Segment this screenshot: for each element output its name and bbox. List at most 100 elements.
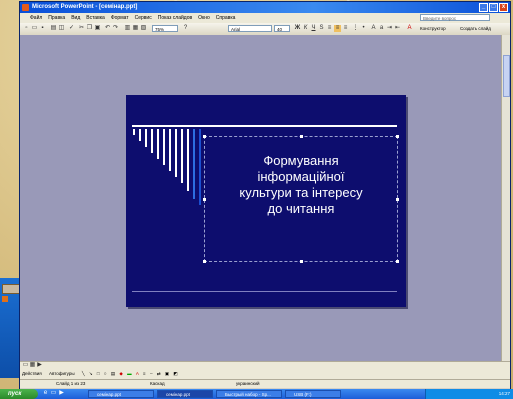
menu-tools[interactable]: Сервис <box>135 13 152 23</box>
slide-title[interactable]: Формування інформаційної культури та інт… <box>208 153 394 217</box>
resize-handle[interactable] <box>203 198 206 201</box>
3d-style-icon[interactable]: ◩ <box>173 371 177 376</box>
open-folder-icon[interactable]: ▭ <box>31 25 38 32</box>
taskbar-item[interactable]: Быстрый набор - Sp... <box>216 390 282 398</box>
resize-handle[interactable] <box>396 260 399 263</box>
chart-icon[interactable]: ▥ <box>124 25 131 32</box>
autoshapes-menu[interactable]: Автофигуры <box>49 371 75 376</box>
preview-icon[interactable]: ◫ <box>58 25 65 32</box>
minimize-button[interactable]: _ <box>479 3 488 12</box>
bold-icon[interactable]: Ж <box>294 25 301 32</box>
resize-handle[interactable] <box>203 135 206 138</box>
text-color-icon[interactable]: A <box>136 371 139 376</box>
powerpoint-app-icon[interactable] <box>22 4 29 11</box>
taskbar-item[interactable]: USB (F:) <box>285 390 341 398</box>
save-icon[interactable]: ▪ <box>39 25 46 32</box>
sorter-view-icon[interactable]: ▦ <box>29 362 36 369</box>
mini-app-icon[interactable] <box>2 296 8 302</box>
windows-taskbar: пуск e ▭ ▶ семінар.ppt семінар.ppt Быстр… <box>0 389 513 399</box>
close-button[interactable]: x <box>499 3 508 12</box>
new-slide-button[interactable]: Создать слайд <box>460 25 491 33</box>
vertical-scrollbar[interactable] <box>501 35 510 361</box>
columns-icon[interactable]: ▧ <box>140 25 147 32</box>
menu-help[interactable]: Справка <box>216 13 236 23</box>
language-indicator: украинский <box>236 381 260 386</box>
increase-font-icon[interactable]: A <box>370 25 377 32</box>
font-size-select[interactable]: 40 <box>274 25 290 32</box>
arrow-style-icon[interactable]: ⇄ <box>157 371 161 376</box>
decrease-font-icon[interactable]: a <box>378 25 385 32</box>
menu-window[interactable]: Окно <box>198 13 210 23</box>
desktop-left-strip <box>0 278 21 378</box>
arrow-tool-icon[interactable]: ↘ <box>89 371 93 376</box>
fill-color-icon[interactable]: ◆ <box>119 371 122 376</box>
line-color-icon[interactable]: ▬ <box>127 371 132 376</box>
mini-window-icon[interactable] <box>2 284 20 294</box>
slideshow-view-icon[interactable]: ▶ <box>36 362 43 369</box>
resize-handle[interactable] <box>300 260 303 263</box>
tray-clock[interactable]: 14:27 <box>499 391 510 396</box>
dash-style-icon[interactable]: ┄ <box>150 371 153 376</box>
undo-icon[interactable]: ↶ <box>104 25 111 32</box>
maximize-button[interactable]: □ <box>489 3 498 12</box>
italic-icon[interactable]: К <box>302 25 309 32</box>
align-right-icon[interactable]: ≡ <box>342 25 349 32</box>
outdent-icon[interactable]: ⇤ <box>394 25 401 32</box>
table-icon[interactable]: ▦ <box>132 25 139 32</box>
actions-menu[interactable]: Действия <box>22 371 42 376</box>
menu-file[interactable]: Файл <box>30 13 42 23</box>
font-select[interactable]: Arial <box>228 25 272 32</box>
quicklaunch-desktop-icon[interactable]: ▭ <box>50 390 57 397</box>
resize-handle[interactable] <box>203 260 206 263</box>
menu-insert[interactable]: Вставка <box>86 13 105 23</box>
bullets-icon[interactable]: • <box>360 25 367 32</box>
quicklaunch-media-icon[interactable]: ▶ <box>58 390 65 397</box>
redo-icon[interactable]: ↷ <box>112 25 119 32</box>
font-color-icon[interactable]: A <box>406 25 413 32</box>
line-tool-icon[interactable]: ╲ <box>82 371 85 376</box>
resize-handle[interactable] <box>396 198 399 201</box>
menu-bar: Файл Правка Вид Вставка Формат Сервис По… <box>20 13 510 23</box>
design-button[interactable]: Конструктор <box>420 25 446 33</box>
menu-format[interactable]: Формат <box>111 13 129 23</box>
print-icon[interactable]: ▤ <box>50 25 57 32</box>
normal-view-icon[interactable]: ▭ <box>22 362 29 369</box>
align-center-icon[interactable]: ≡ <box>334 25 341 32</box>
slide-canvas[interactable]: Формування інформаційної культури та інт… <box>126 95 406 307</box>
menu-view[interactable]: Вид <box>71 13 80 23</box>
new-document-icon[interactable]: ▫ <box>23 25 30 32</box>
window-title: Microsoft PowerPoint - [семінар.ppt] <box>32 4 138 10</box>
slide-title-line: Формування <box>263 153 339 168</box>
paste-icon[interactable]: ▣ <box>94 25 101 32</box>
copy-icon[interactable]: ❐ <box>86 25 93 32</box>
resize-handle[interactable] <box>300 135 303 138</box>
slide-title-line: інформаційної <box>257 169 345 184</box>
start-button[interactable]: пуск <box>0 389 38 399</box>
line-style-icon[interactable]: ≡ <box>143 371 146 376</box>
quicklaunch-ie-icon[interactable]: e <box>42 390 49 397</box>
menu-slideshow[interactable]: Показ слайдов <box>158 13 192 23</box>
taskbar-item[interactable]: семінар.ppt <box>88 390 154 398</box>
cut-icon[interactable]: ✂ <box>78 25 85 32</box>
shadow-style-icon[interactable]: ▣ <box>165 371 169 376</box>
help-icon[interactable]: ? <box>182 25 189 32</box>
resize-handle[interactable] <box>396 135 399 138</box>
textbox-tool-icon[interactable]: ▤ <box>111 371 115 376</box>
shadow-icon[interactable]: S <box>318 25 325 32</box>
title-bar[interactable]: Microsoft PowerPoint - [семінар.ppt] _ □… <box>20 2 510 13</box>
align-left-icon[interactable]: ≡ <box>326 25 333 32</box>
oval-tool-icon[interactable]: ○ <box>104 371 107 376</box>
slide-workspace: Формування інформаційної культури та інт… <box>20 35 502 361</box>
indent-icon[interactable]: ⇥ <box>386 25 393 32</box>
spelling-icon[interactable]: ✓ <box>68 25 75 32</box>
rectangle-tool-icon[interactable]: □ <box>97 371 100 376</box>
help-question-input[interactable]: Введите вопрос <box>420 14 490 21</box>
slide-decorative-stripes <box>133 129 201 205</box>
numbering-icon[interactable]: ⋮ <box>352 25 359 32</box>
scrollbar-thumb[interactable] <box>503 55 510 97</box>
menu-edit[interactable]: Правка <box>48 13 65 23</box>
zoom-select[interactable]: 75% <box>152 25 178 32</box>
taskbar-item-active[interactable]: семінар.ppt <box>157 390 213 398</box>
slide-title-line: до читання <box>267 201 335 216</box>
underline-icon[interactable]: Ч <box>310 25 317 32</box>
